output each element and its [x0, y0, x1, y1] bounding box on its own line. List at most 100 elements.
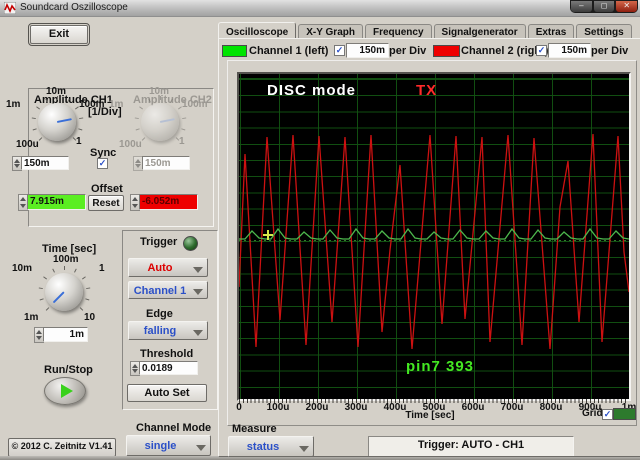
amplitude-ch1-knob[interactable]: [38, 103, 76, 141]
chevron-down-icon: [193, 329, 203, 336]
knob-scale-label: 10m: [149, 86, 170, 97]
title-bar: Soundcard Oszilloscope – ◻ ✕: [0, 0, 640, 17]
chevron-down-icon: [193, 289, 203, 296]
trigger-edge-dropdown[interactable]: falling: [128, 321, 208, 340]
knob-tick-mark: [85, 287, 90, 290]
tab-settings[interactable]: Settings: [576, 24, 632, 38]
channel1-per-div-value[interactable]: 150m: [346, 43, 389, 58]
knob-tick-mark: [73, 268, 77, 273]
channel1-per-div-label: per Div: [389, 45, 427, 57]
trigger-edge-value: falling: [143, 325, 177, 337]
tab-signalgenerator[interactable]: Signalgenerator: [433, 24, 526, 38]
grid-color-swatch[interactable]: [613, 408, 636, 420]
offset-ch2-value[interactable]: -6.052m: [139, 194, 198, 210]
channel1-color-swatch: [222, 45, 247, 57]
window-title: Soundcard Oszilloscope: [20, 2, 128, 13]
scope-plot[interactable]: DISC mode TX pin7 393: [237, 72, 631, 401]
knob-tick-mark: [39, 298, 44, 301]
knob-scale-label: 100u: [119, 139, 142, 150]
trigger-group: [122, 230, 218, 410]
channel2-color-swatch: [433, 45, 460, 57]
threshold-value[interactable]: 0.0189: [139, 361, 198, 375]
x-tick-label: 200u: [305, 402, 329, 413]
close-button[interactable]: ✕: [616, 1, 638, 12]
x-tick-label: 300u: [344, 402, 368, 413]
time-value[interactable]: 1m: [43, 327, 88, 342]
trigger-source-value: Channel 1: [133, 285, 187, 297]
tab-strip: Oscilloscope X-Y Graph Frequency Signalgene…: [218, 22, 632, 38]
measure-label: Measure: [232, 423, 277, 435]
tab-x-y-graph[interactable]: X-Y Graph: [298, 24, 363, 38]
knob-tick-mark: [63, 266, 65, 270]
channel1-legend-label: Channel 1 (left): [249, 45, 329, 57]
knob-tick-mark: [38, 287, 43, 290]
amplitude-ch1-value[interactable]: 150m: [21, 156, 69, 170]
offset-ch1-value[interactable]: 7.915m: [27, 194, 86, 210]
measure-value: status: [246, 441, 280, 453]
window-caption-buttons: – ◻ ✕: [570, 0, 638, 13]
trigger-source-dropdown[interactable]: Channel 1: [128, 281, 208, 299]
knob-scale-label: 100m: [182, 99, 208, 110]
knob-scale-label: 100u: [16, 139, 39, 150]
channel1-enable-checkbox[interactable]: ✓: [334, 45, 345, 56]
annotation-disc-mode: DISC mode: [267, 82, 357, 99]
app-icon: [4, 2, 16, 14]
knob-tick-mark: [79, 307, 83, 311]
trigger-led: [183, 236, 198, 251]
knob-tick-mark: [45, 307, 49, 311]
knob-scale-label: 1: [179, 136, 185, 147]
knob-scale-label: 1m: [6, 99, 21, 110]
auto-set-button[interactable]: Auto Set: [127, 384, 207, 402]
chevron-down-icon: [196, 444, 206, 451]
x-tick-label: 800u: [539, 402, 563, 413]
maximize-button[interactable]: ◻: [593, 1, 615, 12]
knob-scale-label: 1: [76, 136, 82, 147]
channel2-trace: [239, 133, 629, 350]
channel2-per-div-value[interactable]: 150m: [548, 43, 591, 58]
knob-scale-label: 1: [99, 263, 105, 274]
tab-extras[interactable]: Extras: [527, 24, 575, 38]
app-window: Soundcard Oszilloscope – ◻ ✕ Exit Amplit…: [0, 0, 640, 460]
trigger-mode-dropdown[interactable]: Auto: [128, 258, 208, 277]
time-knob[interactable]: [45, 273, 83, 311]
exit-button[interactable]: Exit: [28, 23, 90, 46]
x-tick-label: 100u: [266, 402, 290, 413]
annotation-tx: TX: [416, 82, 438, 99]
run-stop-label: Run/Stop: [44, 364, 93, 376]
channel2-per-div-label: per Div: [591, 45, 629, 57]
trigger-mode-value: Auto: [147, 262, 173, 274]
knob-needle: [52, 291, 65, 304]
knob-tick-mark: [81, 276, 86, 280]
x-axis-title: Time [sec]: [405, 410, 455, 421]
knob-tick-mark: [42, 276, 47, 280]
knob-tick-mark: [51, 268, 55, 273]
knob-scale-label: 1m: [109, 99, 124, 110]
knob-tick-mark: [84, 298, 89, 301]
run-stop-button[interactable]: [44, 377, 86, 405]
amplitude-ch2-knob[interactable]: [141, 103, 179, 141]
minimize-button[interactable]: –: [571, 1, 592, 12]
amplitude-ch2-value[interactable]: 150m: [142, 156, 190, 170]
knob-scale-label: 100m: [53, 254, 79, 265]
sync-checkbox[interactable]: ✓: [97, 158, 108, 169]
knob-scale-label: 10: [84, 312, 96, 323]
copyright-box: © 2012 C. Zeitnitz V1.41: [8, 438, 116, 457]
channel2-enable-checkbox[interactable]: ✓: [536, 45, 547, 56]
offset-reset-button[interactable]: Reset: [88, 195, 124, 211]
channel-mode-label: Channel Mode: [136, 422, 212, 434]
tab-frequency[interactable]: Frequency: [364, 24, 432, 38]
threshold-label: Threshold: [140, 348, 194, 360]
channel-mode-value: single: [144, 440, 177, 452]
offset-title: Offset: [91, 183, 123, 195]
x-tick-label: 0: [236, 402, 242, 413]
trigger-title: Trigger: [140, 236, 178, 248]
x-tick-label: 700u: [500, 402, 524, 413]
grid-label: Grid: [582, 408, 603, 419]
knob-scale-label: 10m: [12, 263, 33, 274]
knob-scale-label: 1m: [24, 312, 39, 323]
channel1-trace: [239, 227, 629, 240]
grid-checkbox[interactable]: ✓: [602, 409, 613, 420]
measure-dropdown[interactable]: status: [228, 436, 314, 457]
channel-mode-dropdown[interactable]: single: [126, 435, 211, 456]
tab-oscilloscope[interactable]: Oscilloscope: [218, 22, 297, 38]
